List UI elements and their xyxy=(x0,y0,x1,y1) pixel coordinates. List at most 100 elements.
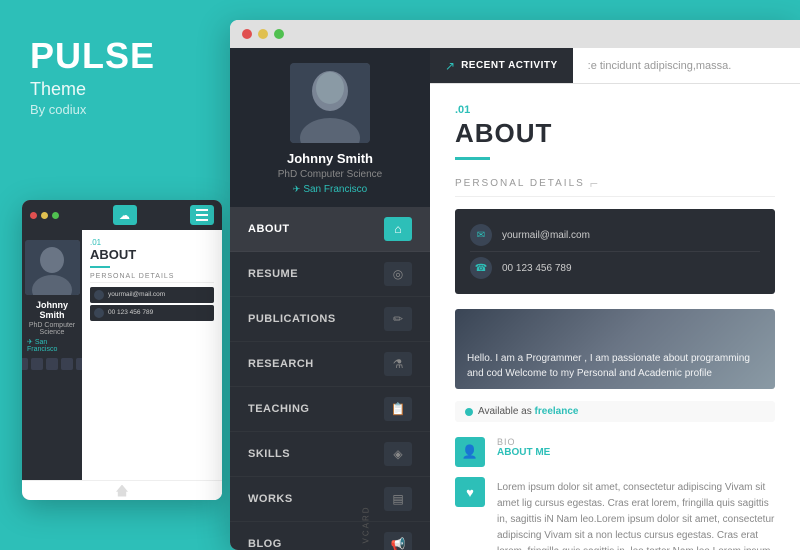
sidebar-profile-name: Johnny Smith xyxy=(287,151,373,166)
mobile-social-icons xyxy=(22,358,88,370)
nav-item-research[interactable]: RESEARCH ⚗ xyxy=(230,342,430,387)
content-topbar: ↗ RECENT ACTIVITY :e tincidunt adipiscin… xyxy=(430,48,800,84)
section-num: .01 xyxy=(455,104,775,116)
nav-label-teaching: TEACHING xyxy=(248,403,309,415)
mobile-profile-area: Johnny Smith PhD Computer Science ✈ San … xyxy=(22,230,82,378)
mobile-email-text: yourmail@mail.com xyxy=(108,291,165,298)
branding-block: PULSE Theme By codiux xyxy=(30,35,155,117)
brand-subtitle: Theme xyxy=(30,79,155,100)
mobile-section-divider xyxy=(90,266,110,268)
nav-icon-blog: 📢 xyxy=(384,532,412,550)
bio-row-1: 👤 BIO ABOUT ME xyxy=(455,437,775,467)
main-window: Johnny Smith PhD Computer Science ✈ San … xyxy=(230,20,800,550)
nav-icon-teaching: 📋 xyxy=(384,397,412,421)
nav-icon-resume: ◎ xyxy=(384,262,412,286)
nav-label-blog: BLOG xyxy=(248,538,282,550)
available-text: Available as freelance xyxy=(478,406,578,417)
mobile-phone-row: 00 123 456 789 xyxy=(90,305,214,321)
brand-by: By codiux xyxy=(30,102,155,117)
hero-image-block: Hello. I am a Programmer , I am passiona… xyxy=(455,309,775,389)
mobile-email-icon xyxy=(94,290,104,300)
details-bracket-icon: ⌐ xyxy=(590,175,600,191)
mobile-section-title: ABOUT xyxy=(90,247,214,263)
mobile-content-area: .01 ABOUT PERSONAL DETAILS yourmail@mail… xyxy=(82,230,222,500)
sidebar-vertical-label: ACADEMIC PERSONAL VCARD xyxy=(361,506,370,550)
hamburger-lines-icon xyxy=(196,209,208,221)
window-dot-red xyxy=(242,29,252,39)
recent-activity-tab[interactable]: ↗ RECENT ACTIVITY xyxy=(430,48,573,83)
mobile-social-t xyxy=(31,358,43,370)
sidebar-navigation: ABOUT ⌂ RESUME ◎ PUBLICATIONS ✏ RESEARCH… xyxy=(230,207,430,550)
nav-label-publications: PUBLICATIONS xyxy=(248,313,336,325)
mobile-dot-red xyxy=(30,212,37,219)
bio-person-icon: 👤 xyxy=(455,437,485,467)
mobile-home-button[interactable] xyxy=(22,480,222,500)
mobile-titlebar: ☁ xyxy=(22,200,222,230)
mobile-window-controls xyxy=(30,212,59,219)
mobile-dot-green xyxy=(52,212,59,219)
window-dot-green xyxy=(274,29,284,39)
nav-icon-research: ⚗ xyxy=(384,352,412,376)
topbar-preview-text: :e tincidunt adipiscing,massa. xyxy=(573,60,747,72)
main-content-area: ↗ RECENT ACTIVITY :e tincidunt adipiscin… xyxy=(430,48,800,550)
contact-info-block: ✉ yourmail@mail.com ☎ 00 123 456 789 xyxy=(455,209,775,294)
mobile-section-num: .01 xyxy=(90,238,214,247)
nav-label-skills: SKILLS xyxy=(248,448,290,460)
mobile-body: Johnny Smith PhD Computer Science ✈ San … xyxy=(22,230,222,500)
recent-activity-icon: ↗ xyxy=(445,59,455,73)
mobile-profile-name: Johnny Smith xyxy=(27,300,77,320)
bio-label: BIO xyxy=(497,437,550,447)
nav-item-works[interactable]: WORKS ▤ xyxy=(230,477,430,522)
bio-content-1: BIO ABOUT ME xyxy=(497,437,550,467)
nav-item-publications[interactable]: PUBLICATIONS ✏ xyxy=(230,297,430,342)
content-body: .01 ABOUT PERSONAL DETAILS ⌐ ✉ yourmail@… xyxy=(430,84,800,550)
window-titlebar xyxy=(230,20,800,48)
phone-value: 00 123 456 789 xyxy=(502,263,572,274)
email-icon: ✉ xyxy=(470,224,492,246)
nav-icon-skills: ◈ xyxy=(384,442,412,466)
mobile-cloud-icon: ☁ xyxy=(113,205,137,225)
available-status: freelance xyxy=(535,406,579,417)
hero-text: Hello. I am a Programmer , I am passiona… xyxy=(467,351,763,381)
mobile-home-icon xyxy=(116,485,128,497)
sidebar-profile: Johnny Smith PhD Computer Science ✈ San … xyxy=(230,48,430,207)
bio-sublabel: ABOUT ME xyxy=(497,447,550,458)
mobile-sidebar: Johnny Smith PhD Computer Science ✈ San … xyxy=(22,230,82,500)
mobile-profile-degree: PhD Computer Science xyxy=(27,322,77,336)
available-dot-icon xyxy=(465,408,473,416)
sidebar-profile-degree: PhD Computer Science xyxy=(278,169,383,180)
avatar-illustration xyxy=(25,240,80,295)
phone-row: ☎ 00 123 456 789 xyxy=(470,252,760,284)
personal-details-label: PERSONAL DETAILS ⌐ xyxy=(455,175,775,197)
email-value: yourmail@mail.com xyxy=(502,230,590,241)
nav-item-teaching[interactable]: TEACHING 📋 xyxy=(230,387,430,432)
nav-label-resume: RESUME xyxy=(248,268,298,280)
nav-label-works: WORKS xyxy=(248,493,293,505)
window-body: Johnny Smith PhD Computer Science ✈ San … xyxy=(230,48,800,550)
mobile-phone-text: 00 123 456 789 xyxy=(108,309,153,316)
section-title: ABOUT xyxy=(455,118,775,149)
location-pin-icon: ✈ xyxy=(27,339,33,346)
nav-label-research: RESEARCH xyxy=(248,358,314,370)
bio-paragraph-1: Lorem ipsum dolor sit amet, consectetur … xyxy=(497,480,775,550)
section-title-divider xyxy=(455,157,490,160)
sidebar-location: ✈ San Francisco xyxy=(293,184,367,195)
mobile-location: ✈ San Francisco xyxy=(27,338,77,353)
phone-icon: ☎ xyxy=(470,257,492,279)
bio-row-2: ♥ Lorem ipsum dolor sit amet, consectetu… xyxy=(455,477,775,550)
mobile-avatar xyxy=(25,240,80,295)
mobile-hamburger[interactable] xyxy=(190,205,214,225)
mobile-social-d xyxy=(61,358,73,370)
mobile-email-row: yourmail@mail.com xyxy=(90,287,214,303)
email-row: ✉ yourmail@mail.com xyxy=(470,219,760,252)
nav-item-about[interactable]: ABOUT ⌂ xyxy=(230,207,430,252)
available-badge: Available as freelance xyxy=(455,401,775,422)
nav-item-skills[interactable]: SKILLS ◈ xyxy=(230,432,430,477)
nav-item-resume[interactable]: RESUME ◎ xyxy=(230,252,430,297)
nav-icon-publications: ✏ xyxy=(384,307,412,331)
nav-item-blog[interactable]: BLOG 📢 xyxy=(230,522,430,550)
main-sidebar: Johnny Smith PhD Computer Science ✈ San … xyxy=(230,48,430,550)
mobile-dot-yellow xyxy=(41,212,48,219)
window-dot-yellow xyxy=(258,29,268,39)
sidebar-avatar xyxy=(290,63,370,143)
